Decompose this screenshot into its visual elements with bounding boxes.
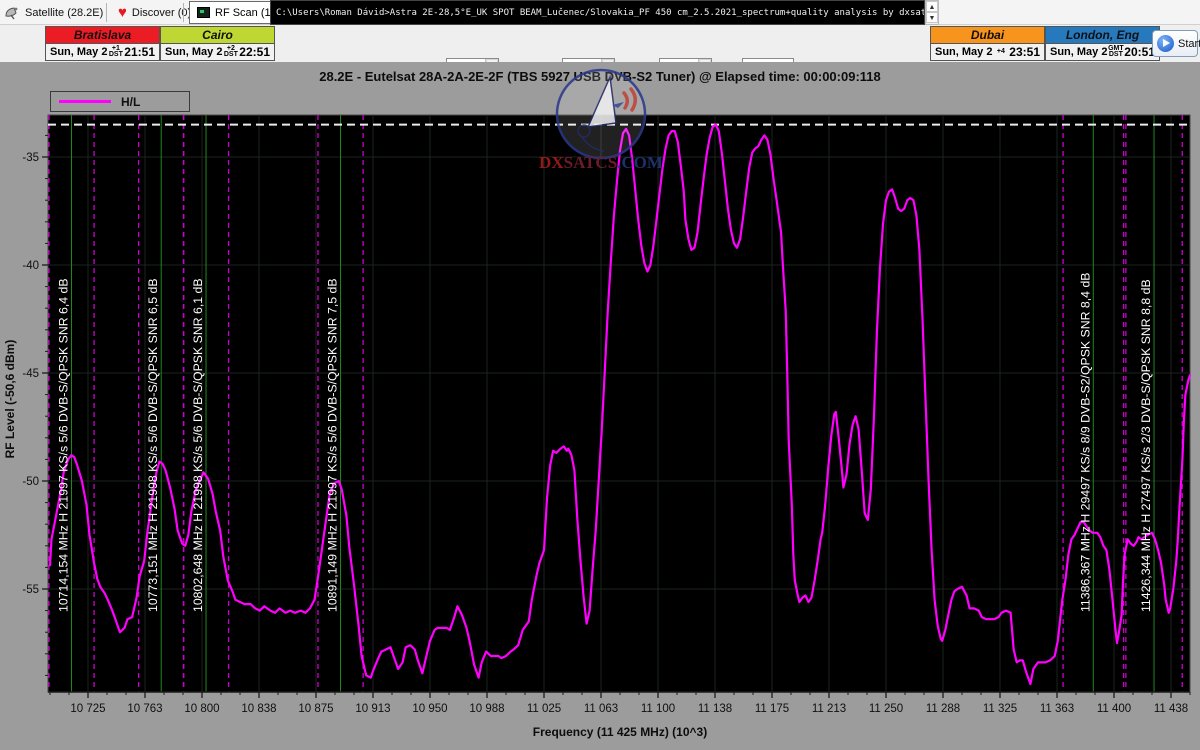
clock-city-header: Dubai — [931, 27, 1044, 44]
top-tab-bar: Satellite (28.2E) ♥ Discover (0) RF Scan… — [0, 0, 1200, 25]
x-tick-label: 10 988 — [469, 703, 504, 715]
x-tick-label: 11 250 — [869, 703, 903, 715]
x-tick-label: 11 175 — [755, 703, 789, 715]
clock-time: 21:51 — [124, 45, 155, 59]
clock-cairo: Cairo Sun, May 2 +2 DST 22:51 — [160, 26, 275, 61]
transponder-annotation: 11426,344 MHz H 27497 KS/s 2/3 DVB-S/QPS… — [1139, 279, 1153, 612]
plot-background — [47, 114, 1191, 693]
clock-date: Sun, May 2 — [165, 46, 223, 58]
heart-icon: ♥ — [118, 4, 127, 21]
clock-dubai: Dubai Sun, May 2 +4 23:51 — [930, 26, 1045, 61]
clock-city-header: London, Eng — [1046, 27, 1159, 44]
clock-offset: +4 — [996, 48, 1005, 55]
x-tick-label: 10 950 — [412, 703, 447, 715]
clock-offset: GMT DST — [1108, 45, 1124, 58]
transponder-annotation: 10891,149 MHz H 21997 KS/s 5/6 DVB-S/QPS… — [326, 278, 340, 612]
x-axis-label: Frequency (11 425 MHz) (10^3) — [532, 725, 708, 739]
x-tick-label: 10 913 — [355, 703, 390, 715]
scroll-down-icon[interactable]: ▼ — [926, 12, 938, 23]
satellite-dish-icon — [5, 6, 18, 19]
clock-offset: +1 DST — [108, 45, 123, 58]
clock-time: 22:51 — [239, 45, 270, 59]
x-tick-label: 10 763 — [127, 703, 162, 715]
y-tick-label: -45 — [22, 368, 39, 380]
x-tick-label: 11 138 — [698, 703, 732, 715]
x-tick-label: 11 025 — [527, 703, 561, 715]
y-tick-label: -40 — [22, 260, 39, 272]
clock-time: 20:51 — [1124, 45, 1155, 59]
transponder-annotation: 10714,154 MHz H 21997 KS/s 5/6 DVB-S/QPS… — [57, 278, 71, 612]
spectrum-plot: 10 725 10 763 10 800 10 838 10 875 10 913 10 9… — [22, 114, 1192, 715]
rf-scan-monitor-icon — [197, 7, 210, 18]
clock-city-header: Bratislava — [46, 27, 159, 44]
x-tick-label: 11 063 — [584, 703, 618, 715]
y-tick-label: -55 — [22, 584, 39, 596]
clock-london: London, Eng Sun, May 2 GMT DST 20:51 — [1045, 26, 1160, 61]
spectrum-chart-panel: 28.2E - Eutelsat 28A-2A-2E-2F (TBS 5927 … — [0, 62, 1200, 750]
start-button[interactable]: Start — [1152, 30, 1200, 57]
tab-separator — [183, 3, 184, 22]
tab-separator — [106, 3, 107, 22]
clock-offset: +2 DST — [223, 45, 238, 58]
x-tick-label: 11 288 — [926, 703, 960, 715]
x-tick-label: 11 213 — [812, 703, 846, 715]
x-tick-label: 10 838 — [241, 703, 276, 715]
tab-satellite-label: Satellite (28.2E) — [25, 6, 104, 19]
play-icon — [1157, 35, 1174, 52]
clock-city-header: Cairo — [161, 27, 274, 44]
tab-satellite[interactable]: Satellite (28.2E) — [4, 0, 103, 25]
x-tick-label: 11 325 — [983, 703, 1017, 715]
transponder-annotation: 10773,151 MHz H 21998 KS/s 5/6 DVB-S/QPS… — [146, 278, 160, 612]
clock-time: 23:51 — [1009, 45, 1040, 59]
x-tick-label: 11 100 — [641, 703, 675, 715]
terminal-title-bar[interactable]: C:\Users\Roman Dávid>Astra 2E-28,5°E_UK … — [270, 0, 925, 25]
clock-bratislava: Bratislava Sun, May 2 +1 DST 21:51 — [45, 26, 160, 61]
y-tick-label: -35 — [22, 152, 39, 164]
transponder-annotation: 11386,367 MHz H 29497 KS/s 8/9 DVB-S2/QP… — [1078, 273, 1092, 612]
x-tick-label: 11 400 — [1097, 703, 1131, 715]
y-tick-label: -50 — [22, 476, 39, 488]
transponder-annotation: 10802,648 MHz H 21998 KS/s 5/6 DVB-S/QPS… — [191, 278, 205, 612]
terminal-title-text: C:\Users\Roman Dávid>Astra 2E-28,5°E_UK … — [276, 7, 925, 18]
clock-date: Sun, May 2 — [935, 46, 993, 58]
x-tick-label: 10 725 — [70, 703, 105, 715]
x-tick-label: 10 800 — [184, 703, 219, 715]
scroll-up-icon[interactable]: ▲ — [926, 1, 938, 12]
clock-date: Sun, May 2 — [1050, 46, 1108, 58]
x-tick-label: 11 363 — [1040, 703, 1074, 715]
terminal-scrollbar[interactable]: ▲ ▼ — [925, 0, 939, 25]
clock-date: Sun, May 2 — [50, 46, 108, 58]
x-tick-label: 10 875 — [298, 703, 333, 715]
start-button-label: Start — [1178, 37, 1200, 50]
tab-discover[interactable]: ♥ Discover (0) — [118, 0, 191, 25]
control-row: Bratislava Sun, May 2 +1 DST 21:51 Cairo … — [0, 25, 1200, 81]
x-tick-label: 11 438 — [1154, 703, 1188, 715]
